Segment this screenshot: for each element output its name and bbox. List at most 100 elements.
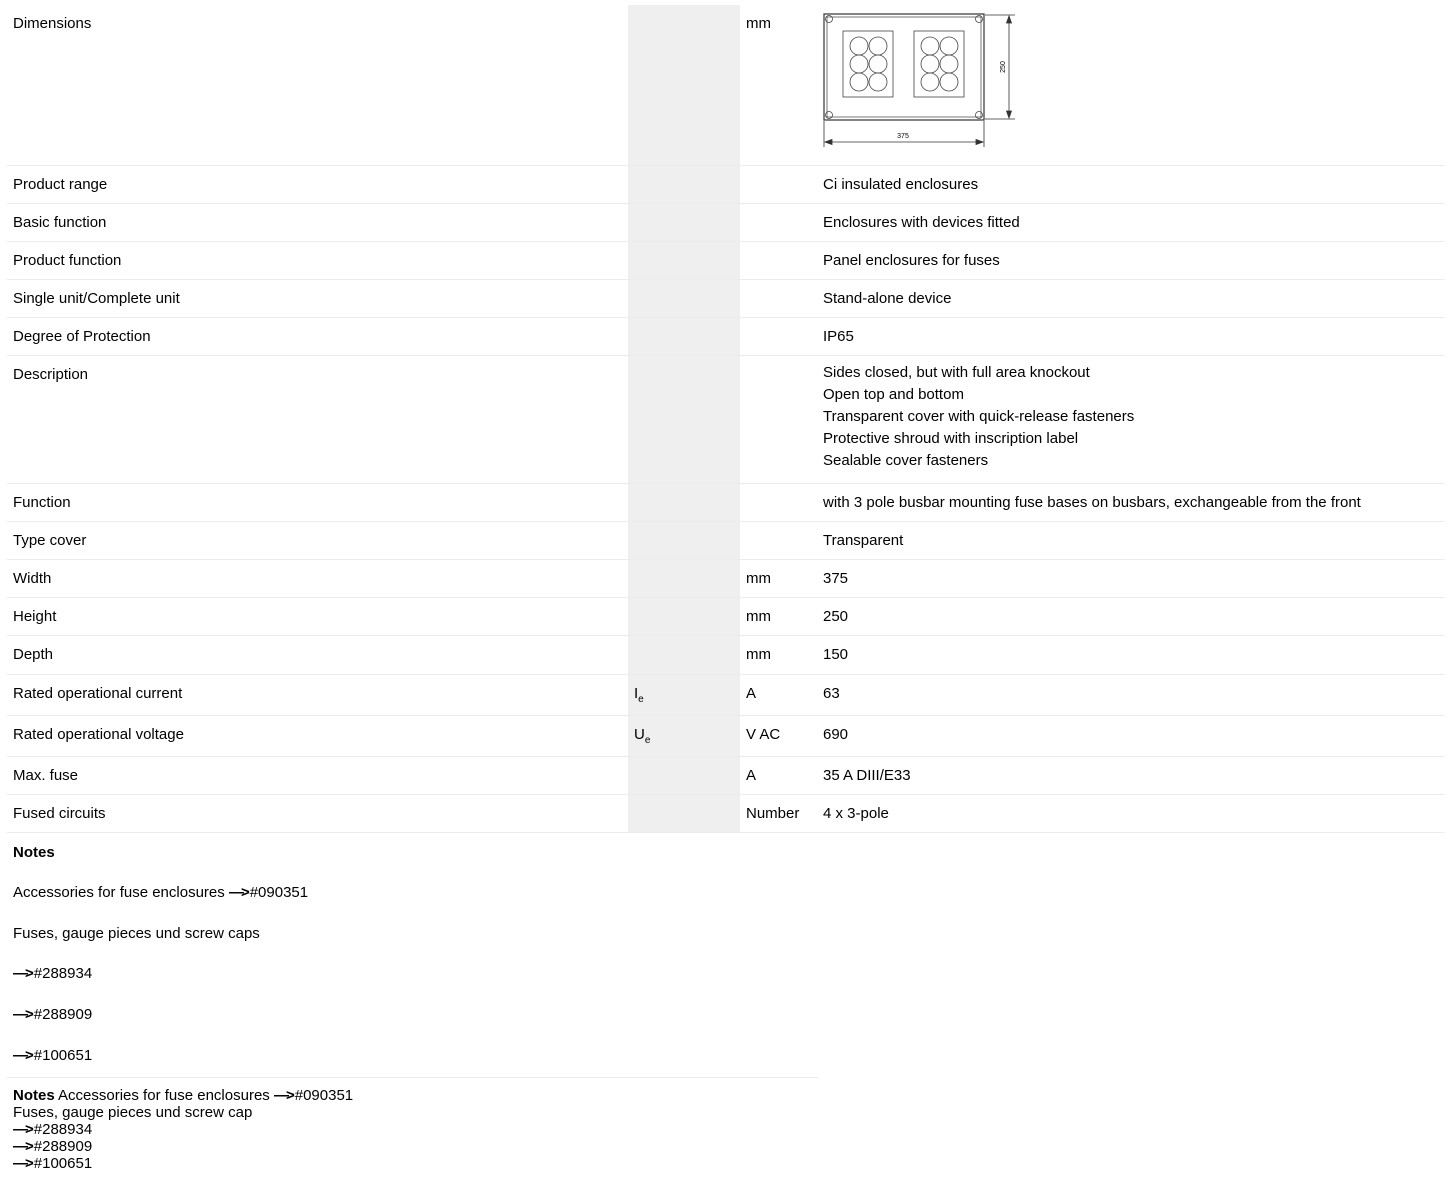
spec-label: Function (7, 483, 628, 522)
spec-row: Dimensions mm 375 250 (7, 5, 1445, 166)
spec-row: Basic function Enclosures with devices fi… (7, 203, 1445, 242)
spec-unit: mm (740, 597, 817, 636)
spec-unit (740, 521, 817, 560)
spec-label: Product function (7, 241, 628, 280)
spec-row: Description Sides closed, but with full a… (7, 355, 1445, 484)
spec-symbol (628, 521, 740, 560)
spec-symbol (628, 559, 740, 598)
spec-row: Degree of Protection IP65 (7, 317, 1445, 356)
notes-ref-line: —> #288934 (13, 964, 92, 983)
description-line: Sealable cover fasteners (823, 451, 989, 469)
arrow-icon: —> (228, 884, 250, 901)
spec-value: 63 (817, 674, 1445, 716)
spec-row: Product function Panel enclosures for fus… (7, 241, 1445, 280)
spec-table: Dimensions mm 375 250 Product range Ci insula… (7, 5, 1445, 833)
ref-link[interactable]: #288934 (34, 965, 92, 982)
spec-unit (740, 279, 817, 318)
description-line: Protective shroud with inscription label (823, 429, 1079, 447)
notes-line-accessories: Accessories for fuse enclosures —> #09035… (13, 884, 309, 901)
spec-row: Function with 3 pole busbar mounting fuse… (7, 483, 1445, 522)
spec-symbol (628, 241, 740, 280)
arrow-icon: —> (13, 1047, 34, 1064)
spec-unit (740, 483, 817, 522)
spec-row: Product range Ci insulated enclosures (7, 165, 1445, 204)
spec-label: Rated operational voltage (7, 715, 628, 757)
spec-label: Rated operational current (7, 674, 628, 716)
ref-link[interactable]: #090351 (295, 1087, 353, 1104)
spec-value: Enclosures with devices fitted (817, 203, 1445, 242)
ref-link[interactable]: #288909 (34, 1138, 92, 1155)
spec-label: Degree of Protection (7, 317, 628, 356)
spec-value: IP65 (817, 317, 1445, 356)
notes-summary: Notes Accessories for fuse enclosures —>… (13, 1087, 354, 1172)
spec-label: Dimensions (7, 5, 628, 166)
spec-row: Depth mm 150 (7, 635, 1445, 675)
spec-unit (740, 203, 817, 242)
ref-link[interactable]: #288934 (34, 1121, 92, 1138)
spec-value: 35 A DIII/E33 (817, 756, 1445, 795)
spec-symbol (628, 794, 740, 833)
spec-symbol (628, 355, 740, 484)
ref-link[interactable]: #090351 (250, 884, 308, 901)
spec-row: Height mm 250 (7, 597, 1445, 636)
description-line: Open top and bottom (823, 385, 964, 403)
spec-label: Fused circuits (7, 794, 628, 833)
notes-summary-line: Fuses, gauge pieces und screw cap (13, 1104, 253, 1121)
spec-value: with 3 pole busbar mounting fuse bases o… (817, 483, 1445, 522)
description-line: Transparent cover with quick-release fas… (823, 407, 1135, 425)
spec-symbol (628, 5, 740, 166)
spec-symbol: Ie (628, 674, 740, 716)
spec-unit: A (740, 674, 817, 716)
spec-row: Rated operational voltage Ue V AC 690 (7, 715, 1445, 757)
spec-symbol (628, 635, 740, 675)
spec-symbol (628, 483, 740, 522)
spec-row: Fused circuits Number 4 x 3-pole (7, 794, 1445, 833)
ref-link[interactable]: #100651 (34, 1155, 92, 1172)
spec-value: Ci insulated enclosures (817, 165, 1445, 204)
spec-label: Type cover (7, 521, 628, 560)
spec-symbol (628, 165, 740, 204)
spec-row: Single unit/Complete unit Stand-alone dev… (7, 279, 1445, 318)
arrow-icon: —> (13, 1006, 34, 1023)
spec-label: Product range (7, 165, 628, 204)
spec-unit: mm (740, 635, 817, 675)
arrow-icon: —> (273, 1087, 295, 1104)
arrow-icon: —> (13, 1121, 34, 1138)
spec-symbol (628, 756, 740, 795)
spec-unit (740, 317, 817, 356)
spec-value: 375 (817, 559, 1445, 598)
spec-value: Panel enclosures for fuses (817, 241, 1445, 280)
spec-value: 4 x 3-pole (817, 794, 1445, 833)
spec-unit: mm (740, 559, 817, 598)
spec-row: Rated operational current Ie A 63 (7, 674, 1445, 716)
spec-symbol (628, 597, 740, 636)
ref-link[interactable]: #288909 (34, 1006, 92, 1023)
spec-unit: V AC (740, 715, 817, 757)
spec-unit (740, 355, 817, 484)
spec-symbol (628, 279, 740, 318)
spec-label: Depth (7, 635, 628, 675)
description-line: Sides closed, but with full area knockou… (823, 363, 1090, 381)
ref-link[interactable]: #100651 (34, 1047, 92, 1064)
spec-unit (740, 241, 817, 280)
notes-ref-line: —> #100651 (13, 1046, 92, 1065)
spec-label: Description (7, 355, 628, 484)
spec-unit: Number (740, 794, 817, 833)
spec-symbol: Ue (628, 715, 740, 757)
spec-unit: mm (740, 5, 817, 166)
spec-symbol (628, 317, 740, 356)
arrow-icon: —> (13, 965, 34, 982)
spec-label: Basic function (7, 203, 628, 242)
spec-value: Transparent (817, 521, 1445, 560)
spec-value: Sides closed, but with full area knockou… (817, 355, 1445, 484)
spec-label: Single unit/Complete unit (7, 279, 628, 318)
spec-row: Type cover Transparent (7, 521, 1445, 560)
spec-value: 375 250 (817, 5, 1445, 166)
spec-value: 150 (817, 635, 1445, 675)
spec-symbol (628, 203, 740, 242)
spec-value: 250 (817, 597, 1445, 636)
drawing-width-label: 375 (897, 133, 909, 140)
spec-row: Width mm 375 (7, 559, 1445, 598)
divider (7, 1077, 818, 1078)
spec-value: 690 (817, 715, 1445, 757)
